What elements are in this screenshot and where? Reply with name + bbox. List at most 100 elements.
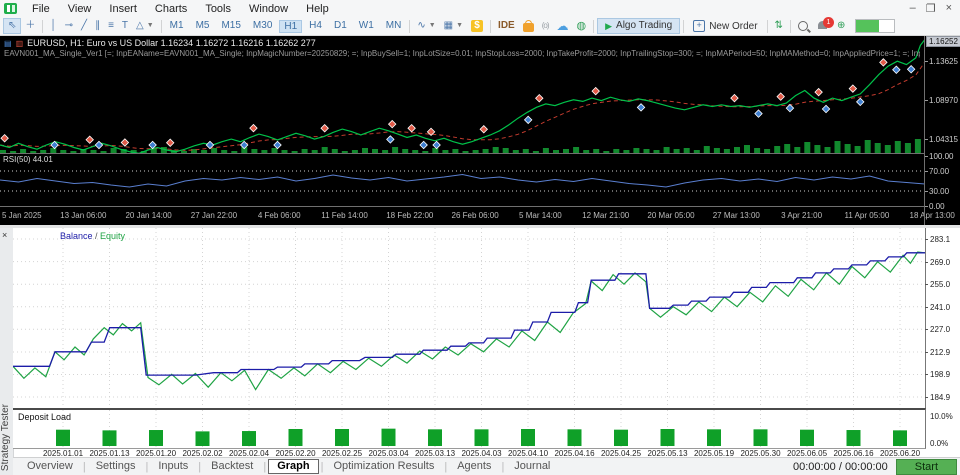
deposit-load-bar bbox=[288, 429, 303, 446]
market-watch-button[interactable]: $ bbox=[467, 20, 487, 32]
close-button[interactable]: × bbox=[946, 2, 952, 15]
cursor-tool-button[interactable]: ⇖ bbox=[3, 18, 22, 34]
balance-equity-plot[interactable]: Balance / Equity bbox=[13, 228, 926, 408]
timeframe-mn-button[interactable]: MN bbox=[381, 20, 407, 33]
deposit-axis-bottom-label: 0.0% bbox=[930, 439, 949, 448]
tab-overview[interactable]: Overview bbox=[19, 459, 81, 474]
time-axis-label: 4 Feb 06:00 bbox=[257, 211, 301, 220]
start-button[interactable]: Start bbox=[895, 458, 957, 475]
rsi-axis-label: 100.00 bbox=[929, 152, 954, 161]
tab-graph[interactable]: Graph bbox=[268, 459, 319, 474]
menu-item-file[interactable]: File bbox=[23, 2, 59, 16]
market-button[interactable] bbox=[519, 20, 538, 32]
deposit-load-bar bbox=[660, 429, 675, 446]
timeframe-h1-button[interactable]: H1 bbox=[279, 19, 303, 33]
timeframe-d1-button[interactable]: D1 bbox=[329, 20, 352, 33]
timeframe-m1-button[interactable]: M1 bbox=[165, 20, 189, 33]
window-controls: – ❐ × bbox=[910, 2, 960, 15]
tester-close-button[interactable]: × bbox=[2, 230, 7, 240]
deposit-load-bar bbox=[567, 429, 582, 446]
deposit-load-bar bbox=[707, 429, 721, 446]
strategy-tester-panel: × Strategy Tester Balance / Equity Depos… bbox=[0, 225, 960, 475]
chart-header: ▤ ▥ EURUSD, H1: Euro vs US Dollar 1.1623… bbox=[4, 38, 316, 48]
price-pane[interactable]: ▤ ▥ EURUSD, H1: Euro vs US Dollar 1.1623… bbox=[0, 36, 925, 153]
tab-separator: | bbox=[501, 460, 505, 473]
deposit-load-bar bbox=[521, 429, 535, 446]
timeframe-w1-button[interactable]: W1 bbox=[354, 20, 379, 33]
minimize-button[interactable]: – bbox=[910, 2, 916, 15]
deposit-load-bar bbox=[474, 429, 489, 446]
symbol-title: EURUSD, H1: Euro vs US Dollar 1.16234 1.… bbox=[27, 38, 316, 48]
menu-item-window[interactable]: Window bbox=[240, 2, 297, 16]
tester-y-axis-label: 227.0 bbox=[930, 325, 951, 335]
sell-trade-marker bbox=[848, 84, 858, 93]
tab-optimization-results[interactable]: Optimization Results bbox=[325, 459, 442, 474]
horizontal-line-tool-button[interactable]: ⊸ bbox=[61, 18, 77, 34]
chart-template-button[interactable]: ▦ ▼ bbox=[440, 18, 467, 34]
tester-y-axis-label: 255.0 bbox=[930, 280, 951, 290]
time-axis-label: 27 Jan 22:00 bbox=[190, 211, 238, 220]
app-logo-icon bbox=[4, 3, 17, 14]
sell-trade-marker bbox=[85, 135, 94, 144]
rsi-pane[interactable]: RSI(50) 44.01 bbox=[0, 154, 925, 206]
time-axis-label: 18 Feb 22:00 bbox=[386, 211, 434, 220]
search-button[interactable] bbox=[794, 21, 812, 31]
tab-settings[interactable]: Settings bbox=[88, 459, 144, 474]
current-price-tag: 1.16252 bbox=[926, 36, 960, 47]
trendline-tool-button[interactable]: ╱ bbox=[77, 18, 91, 34]
deposit-load-bar bbox=[242, 431, 256, 446]
ide-button[interactable]: IDE bbox=[494, 18, 519, 34]
axis-tick bbox=[925, 156, 928, 157]
notifications-button[interactable]: 1 bbox=[817, 16, 834, 32]
vps-button[interactable]: ◍ bbox=[573, 18, 591, 34]
algo-trading-button[interactable]: ▶ Algo Trading bbox=[597, 18, 681, 34]
restore-button[interactable]: ❐ bbox=[926, 2, 936, 15]
crosshair-tool-button[interactable]: ＋ bbox=[21, 18, 39, 34]
rsi-axis-label: 30.00 bbox=[929, 187, 950, 196]
cloud-button[interactable]: ☁ bbox=[553, 18, 573, 34]
axis-tick bbox=[925, 61, 928, 62]
tab-journal[interactable]: Journal bbox=[506, 459, 558, 474]
menu-item-tools[interactable]: Tools bbox=[196, 2, 240, 16]
menu-item-insert[interactable]: Insert bbox=[100, 2, 146, 16]
tab-separator: | bbox=[145, 460, 149, 473]
indicators-button[interactable]: ∿ ▼ bbox=[413, 18, 439, 34]
algo-trading-label: Algo Trading bbox=[616, 20, 673, 31]
vertical-line-tool-button[interactable]: │ bbox=[46, 18, 60, 34]
fibonacci-tool-button[interactable]: ≡ bbox=[104, 18, 118, 34]
deposit-load-bar bbox=[56, 429, 70, 446]
timeframe-m5-button[interactable]: M5 bbox=[191, 20, 215, 33]
deposit-load-bar bbox=[846, 430, 861, 446]
sell-trade-marker bbox=[730, 93, 739, 103]
toolbar-separator bbox=[490, 19, 492, 33]
buy-trade-marker bbox=[94, 140, 104, 150]
add-account-button[interactable]: ⊕ bbox=[833, 18, 849, 34]
axis-tick bbox=[925, 306, 928, 308]
menu-item-help[interactable]: Help bbox=[297, 2, 338, 16]
trade-levels-button[interactable]: ⇅ bbox=[771, 18, 787, 34]
signals-button[interactable]: (o) bbox=[538, 18, 553, 34]
axis-tick bbox=[925, 261, 928, 263]
deposit-load-plot[interactable]: Deposit Load bbox=[13, 408, 926, 449]
timeframe-m30-button[interactable]: M30 bbox=[248, 20, 277, 33]
menu-item-charts[interactable]: Charts bbox=[146, 2, 196, 16]
channel-tool-button[interactable]: ∥ bbox=[91, 18, 104, 34]
deposit-load-bar bbox=[614, 429, 628, 446]
time-axis-label: 20 Mar 05:00 bbox=[647, 211, 695, 220]
new-order-button[interactable]: + New Order bbox=[687, 20, 763, 32]
price-axis-label: 1.08970 bbox=[929, 96, 958, 105]
text-tool-button[interactable]: T bbox=[118, 18, 132, 34]
chart-panel: ▤ ▥ EURUSD, H1: Euro vs US Dollar 1.1623… bbox=[0, 36, 960, 225]
timeframe-m15-button[interactable]: M15 bbox=[216, 20, 245, 33]
tab-agents[interactable]: Agents bbox=[449, 459, 499, 474]
tab-inputs[interactable]: Inputs bbox=[150, 459, 196, 474]
toolbar-separator bbox=[789, 19, 791, 33]
sell-trade-marker bbox=[165, 138, 175, 147]
sell-trade-marker bbox=[776, 92, 785, 101]
timeframe-h4-button[interactable]: H4 bbox=[304, 20, 327, 33]
shapes-tool-button[interactable]: △ ▼ bbox=[132, 18, 158, 34]
tab-backtest[interactable]: Backtest bbox=[203, 459, 261, 474]
menu-item-view[interactable]: View bbox=[59, 2, 101, 16]
search-icon bbox=[797, 21, 808, 31]
toolbar-separator bbox=[42, 19, 44, 33]
